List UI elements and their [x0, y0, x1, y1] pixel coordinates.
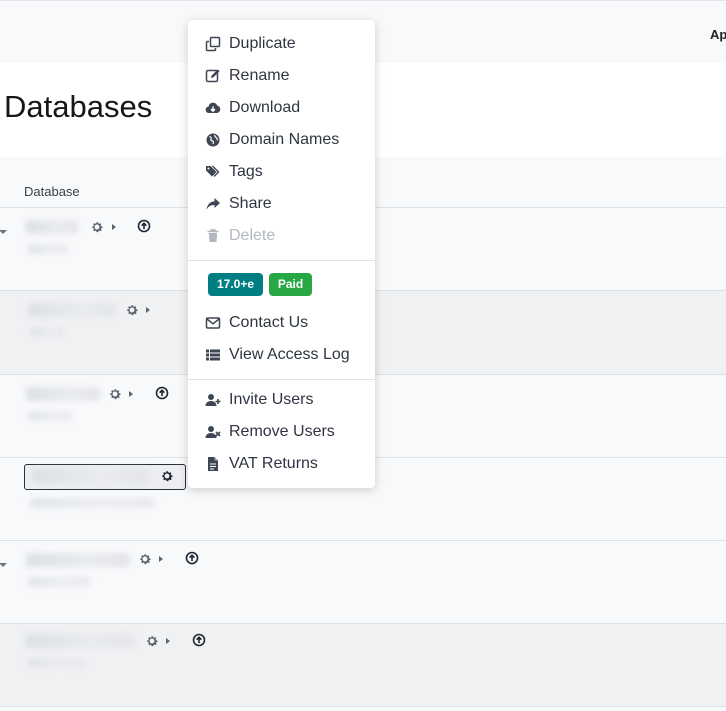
user-times-icon: [205, 426, 221, 438]
menu-item-remove-users[interactable]: Remove Users: [188, 418, 375, 446]
trash-icon: [207, 229, 219, 242]
paid-status-badge: Paid: [269, 273, 312, 296]
page-title: Databases: [4, 89, 153, 124]
database-subtitle-redacted: [28, 411, 72, 421]
upload-circle-icon[interactable]: [155, 386, 169, 400]
upload-circle-icon[interactable]: [185, 551, 199, 565]
database-name-redacted[interactable]: [26, 387, 100, 401]
menu-item-contact-us[interactable]: Contact Us: [188, 309, 375, 337]
menu-item-tags[interactable]: Tags: [188, 158, 375, 186]
menu-item-download[interactable]: Download: [188, 94, 375, 122]
menu-divider: [188, 379, 375, 380]
table-row[interactable]: [0, 541, 726, 624]
caret-right-icon[interactable]: [159, 556, 163, 562]
expand-caret-icon[interactable]: [0, 563, 7, 567]
database-actions-menu: Duplicate Rename Download Domain Names T…: [188, 20, 375, 488]
upload-circle-icon[interactable]: [192, 633, 206, 647]
menu-item-invite-users[interactable]: Invite Users: [188, 386, 375, 414]
globe-icon: [206, 133, 220, 147]
caret-right-icon[interactable]: [112, 224, 116, 230]
version-badge: 17.0+e: [208, 273, 263, 296]
caret-right-icon[interactable]: [146, 307, 150, 313]
database-name-redacted[interactable]: [26, 634, 134, 648]
file-icon: [208, 457, 218, 471]
duplicate-icon: [205, 36, 221, 52]
database-name-redacted[interactable]: [26, 553, 130, 567]
edit-icon: [205, 69, 220, 83]
menu-item-rename[interactable]: Rename: [188, 62, 375, 90]
caret-right-icon[interactable]: [129, 391, 133, 397]
upload-circle-icon[interactable]: [137, 219, 151, 233]
top-bar-apps-link[interactable]: Ap: [710, 27, 726, 42]
database-name-redacted[interactable]: [26, 220, 78, 234]
menu-item-view-access-log[interactable]: View Access Log: [188, 341, 375, 369]
gear-icon[interactable]: [108, 387, 122, 401]
database-name-redacted[interactable]: [32, 469, 148, 483]
database-subtitle-redacted: [30, 327, 64, 337]
menu-item-domain-names[interactable]: Domain Names: [188, 126, 375, 154]
gear-icon[interactable]: [138, 552, 152, 566]
menu-item-delete[interactable]: Delete: [188, 222, 375, 250]
share-icon: [206, 198, 220, 210]
database-subtitle-redacted: [30, 498, 154, 508]
gear-icon[interactable]: [125, 303, 139, 317]
envelope-icon: [205, 317, 221, 329]
tags-icon: [206, 165, 220, 177]
menu-item-share[interactable]: Share: [188, 190, 375, 218]
list-icon: [206, 349, 220, 361]
database-subtitle-redacted: [28, 244, 68, 254]
menu-item-vat-returns[interactable]: VAT Returns: [188, 450, 375, 478]
column-header-database: Database: [24, 184, 80, 199]
cloud-download-icon: [205, 102, 221, 114]
gear-icon[interactable]: [145, 634, 159, 648]
user-plus-icon: [205, 394, 221, 406]
database-subtitle-redacted: [28, 577, 90, 587]
database-name-redacted[interactable]: [28, 303, 116, 317]
database-subtitle-redacted: [28, 658, 84, 668]
menu-item-duplicate[interactable]: Duplicate: [188, 30, 375, 58]
expand-caret-icon[interactable]: [0, 230, 7, 234]
caret-right-icon[interactable]: [166, 638, 170, 644]
gear-icon[interactable]: [160, 469, 174, 483]
table-row[interactable]: [0, 624, 726, 707]
gear-icon[interactable]: [90, 220, 104, 234]
menu-divider: [188, 260, 375, 261]
